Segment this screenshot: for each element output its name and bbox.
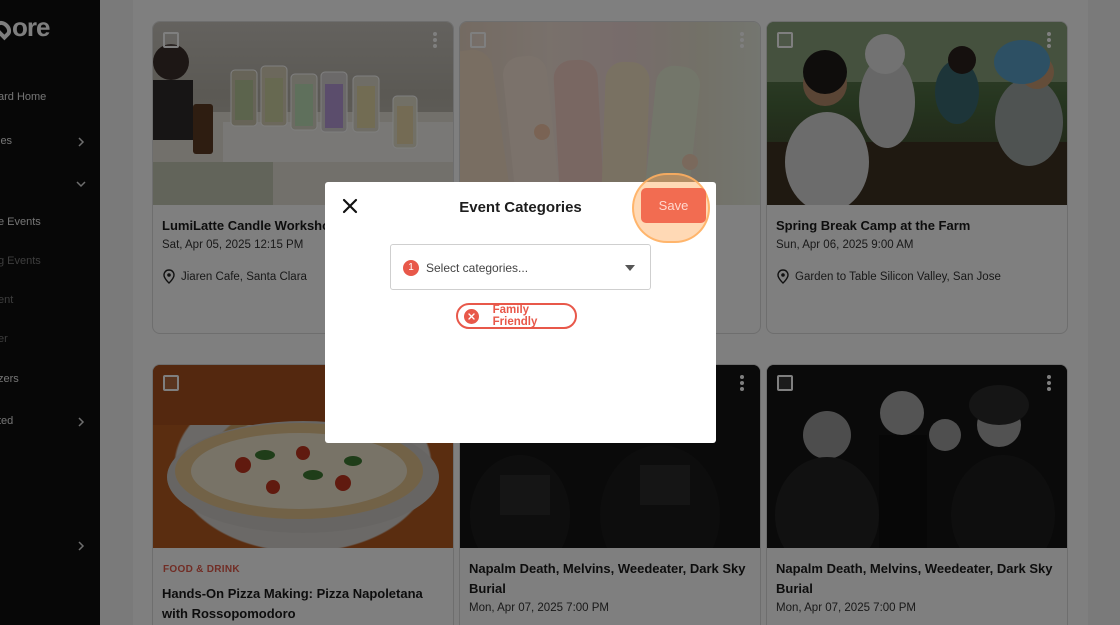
remove-chip-icon[interactable] [464,308,479,324]
event-categories-modal: Event Categories Save 1 Select categorie… [325,173,716,443]
caret-down-icon [625,265,635,271]
selected-count-badge: 1 [403,260,419,276]
select-placeholder: Select categories... [426,261,529,275]
chip-label: Family Friendly [492,304,538,328]
category-chip[interactable]: Family Friendly [456,303,577,329]
save-button[interactable]: Save [641,188,706,223]
category-select[interactable]: 1 Select categories... [390,244,651,290]
